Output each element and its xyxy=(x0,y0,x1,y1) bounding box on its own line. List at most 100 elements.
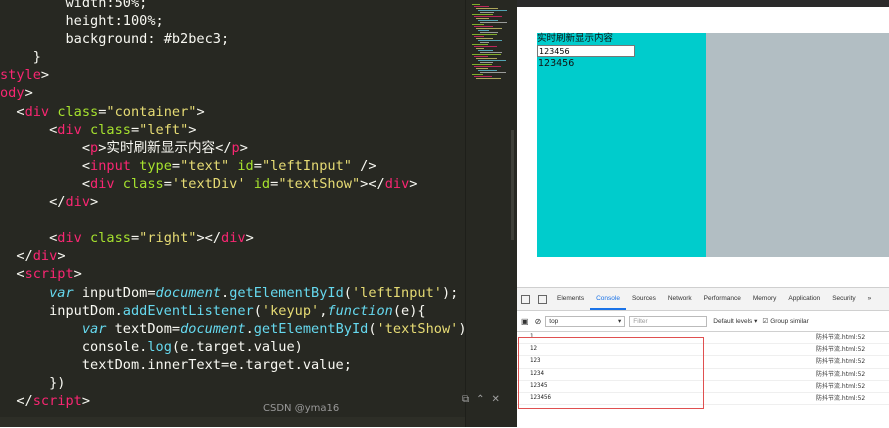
code-token: console. xyxy=(0,338,148,355)
minimap-line xyxy=(474,76,492,77)
editor-scrollbar[interactable] xyxy=(511,130,514,240)
minimap-line xyxy=(478,20,498,21)
code-line[interactable]: style> xyxy=(0,66,465,84)
tab-memory[interactable]: Memory xyxy=(747,288,782,310)
code-line[interactable]: <div class="left"> xyxy=(0,121,465,139)
chevron-up-icon[interactable]: ⌃ xyxy=(476,394,484,405)
tab-more[interactable]: » xyxy=(862,288,878,310)
log-source-link[interactable]: 防抖节流.html:52 xyxy=(816,381,865,392)
tab-application[interactable]: Application xyxy=(782,288,826,310)
minimap-line xyxy=(480,42,489,43)
code-token: class xyxy=(122,175,164,192)
levels-select[interactable]: Default levels ▾ xyxy=(713,317,757,325)
code-token: < xyxy=(0,139,91,156)
tab-performance[interactable]: Performance xyxy=(698,288,747,310)
code-line[interactable]: </div> xyxy=(0,247,465,265)
code-line[interactable]: <script> xyxy=(0,265,465,283)
log-source-link[interactable]: 防抖节流.html:52 xyxy=(816,356,865,367)
code-line[interactable]: background: #b2bec3; xyxy=(0,30,465,48)
log-source-link[interactable]: 防抖节流.html:52 xyxy=(816,369,865,380)
code-line[interactable]: ody> xyxy=(0,84,465,102)
code-token: background: xyxy=(0,31,164,48)
close-icon[interactable]: ✕ xyxy=(492,394,500,405)
minimap-line xyxy=(474,16,502,17)
device-toggle-icon[interactable] xyxy=(538,294,547,304)
code-line[interactable]: var inputDom=document.getElementById('le… xyxy=(0,284,465,302)
minimap-line xyxy=(476,18,489,19)
code-token: > xyxy=(73,266,82,283)
tab-network[interactable]: Network xyxy=(662,288,698,310)
code-token: class xyxy=(57,103,99,120)
minimap-line xyxy=(472,74,483,75)
code-token: ); xyxy=(458,321,465,337)
code-token: < xyxy=(0,230,58,247)
minimap-line xyxy=(474,66,501,67)
code-line[interactable]: <div class='textDiv' id="textShow"></div… xyxy=(0,175,465,193)
code-token: "text" xyxy=(180,157,230,174)
code-token: . xyxy=(221,284,230,301)
code-line[interactable]: inputDom.addEventListener('keyup',functi… xyxy=(0,302,465,320)
minimap-line xyxy=(474,6,489,7)
expand-icon[interactable]: ⧉ xyxy=(462,394,469,405)
minimap-line xyxy=(478,50,493,51)
code-token: div xyxy=(57,230,82,247)
minimap-line xyxy=(472,24,484,25)
log-source-link[interactable]: 防抖节流.html:52 xyxy=(816,344,865,355)
tab-security[interactable]: Security xyxy=(826,288,861,310)
code-token: #b2bec3 xyxy=(163,31,221,48)
clear-console-icon[interactable]: ⊘ xyxy=(535,317,542,326)
context-select[interactable]: top ▾ xyxy=(545,315,626,327)
code-token: > xyxy=(409,175,418,192)
code-line[interactable]: </div> xyxy=(0,193,465,211)
code-token: ody xyxy=(0,85,25,102)
code-line[interactable] xyxy=(0,211,465,229)
browser-top-edge xyxy=(517,0,889,7)
code-token: class xyxy=(90,230,131,247)
code-line[interactable]: } xyxy=(0,48,465,66)
right-panel xyxy=(706,33,889,257)
code-token: function xyxy=(327,302,393,319)
code-token: </ xyxy=(0,248,33,265)
tab-sources[interactable]: Sources xyxy=(626,288,662,310)
code-line[interactable]: <div class="right"></div> xyxy=(0,229,465,247)
code-line[interactable]: console.log(e.target.value) xyxy=(0,338,465,356)
dropdown-icon: ▾ xyxy=(618,317,622,325)
inspect-icon[interactable] xyxy=(521,294,530,304)
code-token: = xyxy=(163,175,172,192)
code-line[interactable]: <div class="container"> xyxy=(0,103,465,121)
log-source-link[interactable]: 防抖节流.html:52 xyxy=(816,332,865,343)
code-token: > xyxy=(40,67,50,84)
log-source-link[interactable]: 防抖节流.html:52 xyxy=(816,393,865,404)
code-content[interactable]: width:50%; height:100%; background: #b2b… xyxy=(0,0,465,410)
code-token: 'textShow' xyxy=(376,320,459,337)
code-token: script xyxy=(32,393,82,410)
code-line[interactable]: }) xyxy=(0,374,465,392)
code-editor[interactable]: width:50%; height:100%; background: #b2b… xyxy=(0,0,465,427)
code-line[interactable]: <input type="text" id="leftInput" /> xyxy=(0,157,465,175)
code-token: "right" xyxy=(139,230,197,247)
code-token: div xyxy=(65,194,91,211)
code-line[interactable]: </script> xyxy=(0,392,465,410)
devtools: Elements Console Sources Network Performance… xyxy=(517,287,889,428)
code-line[interactable]: height:100%; xyxy=(0,12,465,30)
code-token: inputDom. xyxy=(0,302,123,319)
code-line[interactable]: var textDom=document.getElementById('tex… xyxy=(0,320,465,338)
code-line[interactable]: width:50%; xyxy=(0,0,465,12)
sidebar-toggle-icon[interactable]: ▣ xyxy=(521,317,529,326)
code-token: < xyxy=(0,121,58,138)
tab-elements[interactable]: Elements xyxy=(551,288,590,310)
left-input[interactable] xyxy=(537,45,635,57)
checkbox-icon[interactable]: ☑ xyxy=(762,317,768,325)
code-token: (e){ xyxy=(392,302,426,319)
code-token: > xyxy=(196,103,205,120)
code-token: } xyxy=(0,49,41,66)
minimap-line xyxy=(472,34,497,35)
code-line[interactable]: <p>实时刷新显示内容</p> xyxy=(0,139,465,157)
code-line[interactable]: textDom.innerText=e.target.value; xyxy=(0,356,465,374)
code-token: p xyxy=(90,139,99,156)
filter-input[interactable]: Filter xyxy=(629,315,708,327)
code-token: div xyxy=(384,175,410,192)
tab-console[interactable]: Console xyxy=(590,288,626,310)
minimap-line xyxy=(476,28,502,29)
